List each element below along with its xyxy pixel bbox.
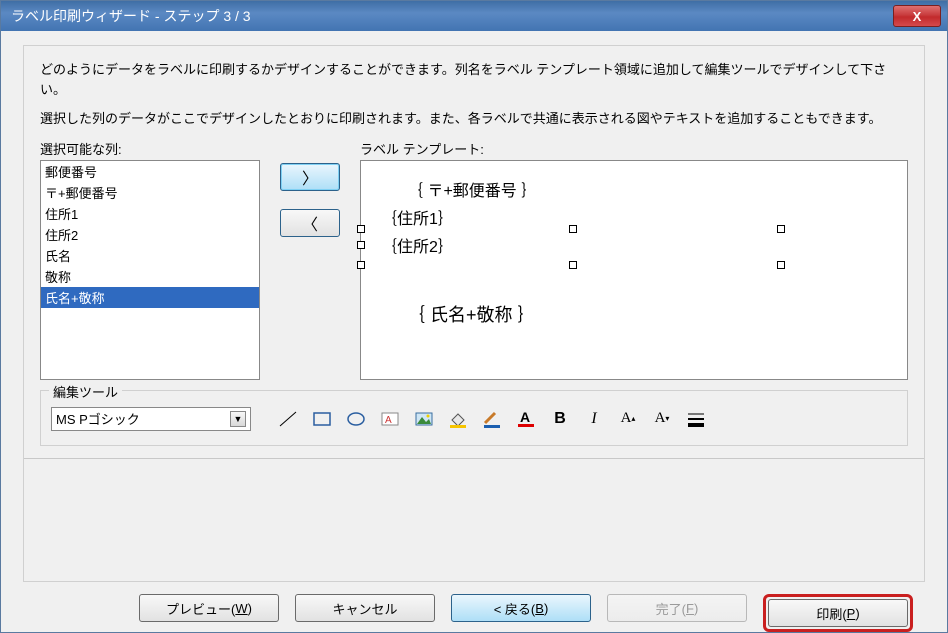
remove-column-button[interactable]: 〈 (280, 209, 340, 237)
label-template-area[interactable]: ｛ 〒+郵便番号 ｝ ｛住所1｝ ｛住所2｝ ｛ 氏名+敬称 ｝ (360, 160, 908, 380)
window-title: ラベル印刷ウィザード - ステップ 3 / 3 (11, 6, 893, 26)
list-item[interactable]: 住所1 (41, 203, 259, 224)
finish-button: 完了(F) (607, 594, 747, 622)
line-tool-icon[interactable] (277, 409, 299, 429)
template-line: ｛ 〒+郵便番号 ｝ (381, 177, 887, 201)
font-select-value: MS Pゴシック (56, 409, 140, 428)
resize-handle[interactable] (569, 225, 577, 233)
rectangle-tool-icon[interactable] (311, 409, 333, 429)
close-button[interactable]: X (893, 5, 941, 27)
resize-handle[interactable] (569, 261, 577, 269)
resize-handle[interactable] (357, 241, 365, 249)
font-color-icon[interactable]: A (515, 409, 537, 429)
resize-handle[interactable] (357, 261, 365, 269)
resize-handle[interactable] (357, 225, 365, 233)
list-item[interactable]: 〒+郵便番号 (41, 182, 259, 203)
resize-handle[interactable] (777, 261, 785, 269)
columns-label: 選択可能な列: (40, 139, 260, 158)
add-column-button[interactable]: 〉 (280, 163, 340, 191)
list-item[interactable]: 敬称 (41, 266, 259, 287)
cancel-button[interactable]: キャンセル (295, 594, 435, 622)
line-color-icon[interactable] (481, 409, 503, 429)
edit-tools-group: 編集ツール MS Pゴシック ▼ (40, 390, 908, 446)
description-2: 選択した列のデータがここでデザインしたとおりに印刷されます。また、各ラベルで共通… (40, 109, 908, 129)
font-size-down-icon[interactable]: A▾ (651, 409, 673, 429)
template-label: ラベル テンプレート: (360, 139, 908, 158)
preview-button[interactable]: プレビュー(W) (139, 594, 279, 622)
chevron-down-icon: ▼ (230, 411, 246, 427)
ellipse-tool-icon[interactable] (345, 409, 367, 429)
description-1: どのようにデータをラベルに印刷するかデザインすることができます。列名をラベル テ… (40, 60, 908, 99)
textbox-tool-icon[interactable]: A (379, 409, 401, 429)
titlebar: ラベル印刷ウィザード - ステップ 3 / 3 X (1, 1, 947, 31)
edit-tools-legend: 編集ツール (49, 382, 122, 401)
resize-handle[interactable] (777, 225, 785, 233)
italic-icon[interactable]: I (583, 409, 605, 429)
font-select[interactable]: MS Pゴシック ▼ (51, 407, 251, 431)
line-weight-icon[interactable] (685, 409, 707, 429)
list-item[interactable]: 住所2 (41, 224, 259, 245)
print-button[interactable]: 印刷(P) (768, 599, 908, 627)
fill-color-icon[interactable] (447, 409, 469, 429)
columns-listbox[interactable]: 郵便番号〒+郵便番号住所1住所2氏名敬称氏名+敬称 (40, 160, 260, 380)
template-line-blank (381, 261, 887, 297)
back-button[interactable]: < 戻る(B) (451, 594, 591, 622)
font-size-up-icon[interactable]: A▴ (617, 409, 639, 429)
list-item[interactable]: 氏名+敬称 (41, 287, 259, 308)
svg-text:A: A (385, 415, 392, 426)
template-line: ｛住所1｝ (381, 205, 887, 229)
list-item[interactable]: 氏名 (41, 245, 259, 266)
bold-icon[interactable]: B (549, 409, 571, 429)
print-button-highlight: 印刷(P) (763, 594, 913, 632)
svg-text:A: A (520, 409, 530, 425)
image-tool-icon[interactable] (413, 409, 435, 429)
list-item[interactable]: 郵便番号 (41, 161, 259, 182)
template-line: ｛ 氏名+敬称 ｝ (381, 301, 887, 327)
template-line: ｛住所2｝ (381, 233, 887, 257)
